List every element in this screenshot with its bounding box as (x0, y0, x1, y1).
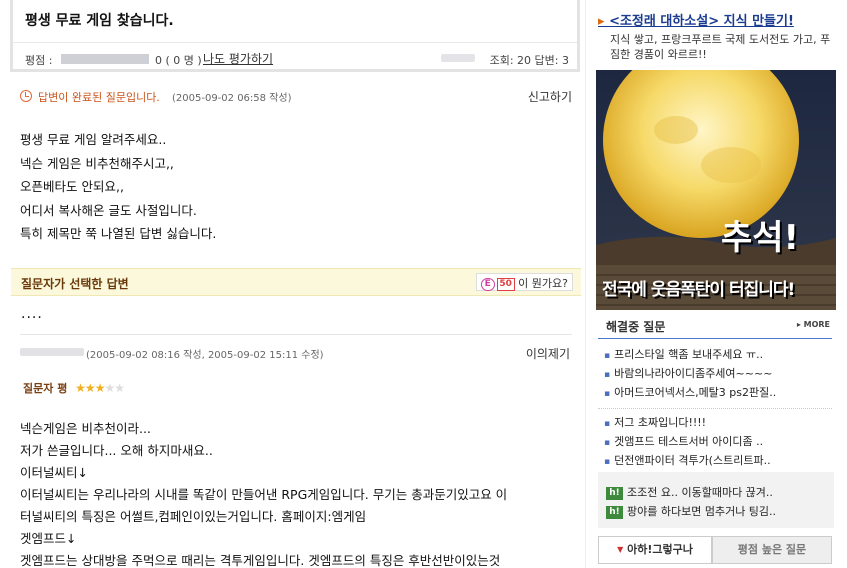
answer-line: 터널씨티의 특징은 어썰트,컴페인이있는거입니다. 홈페이지:엠게임 (20, 509, 367, 524)
h-item-text: 조조전 요.. 이동할때마다 끊겨.. (627, 486, 773, 499)
question-line: 평생 무료 게임 알려주세요.. (20, 132, 167, 147)
question-title: 평생 무료 게임 찾습니다. (25, 13, 174, 29)
answer-date: (2005-09-02 08:16 작성, 2005-09-02 15:11 수… (86, 350, 324, 361)
selected-answer-title: 질문자가 선택한 답변 (21, 277, 129, 291)
star-rating: ★★★★★ (75, 381, 125, 395)
star-empty-icon: ★ (114, 381, 125, 395)
divider (585, 0, 594, 568)
promo-title-text: <조정래 대하소설> 지식 만들기! (609, 14, 794, 29)
tab-aha[interactable]: ▼ 아하!그렇구나 (598, 536, 712, 564)
points-value: 50 (496, 277, 515, 291)
main-content: 평생 무료 게임 찾습니다. 평점 : 0 ( 0 명 ) 나도 평가하기 조회… (0, 0, 585, 568)
star-filled-icon: ★ (75, 381, 86, 395)
rating-label: 평점 : (25, 54, 53, 67)
answer-author[interactable] (20, 348, 84, 356)
rating-bar (61, 54, 149, 64)
objection-button[interactable]: 이의제기 (526, 345, 570, 362)
points-badge[interactable]: E 50 이 뭔가요? (475, 273, 573, 291)
question-header: 평생 무료 게임 찾습니다. 평점 : 0 ( 0 명 ) 나도 평가하기 조회… (10, 0, 580, 72)
list-divider (598, 408, 832, 409)
list-item[interactable]: 저그 초짜입니다!!!! (604, 414, 830, 433)
panel-divider (598, 338, 832, 339)
status-row: 답변이 완료된 질문입니다. (2005-09-02 06:58 작성) 신고하… (20, 88, 572, 106)
answer-body: 넥슨게임은 비추천이라... 저가 쓴글입니다... 오해 하지마새요.. 이터… (20, 418, 576, 568)
question-meta: 평점 : 0 ( 0 명 ) 나도 평가하기 조회: 20 답변: 3 (13, 42, 577, 72)
answer-dots: .... (21, 306, 43, 322)
tab-aha-label: 아하!그렇구나 (627, 543, 693, 556)
list-item[interactable]: 바람의나라아이디좀주세여~~~~ (604, 365, 830, 384)
question-author[interactable] (441, 54, 475, 62)
answer-line: 겟엠프드↓ (20, 531, 77, 546)
tab-high-rated[interactable]: 평점 높은 질문 (712, 536, 832, 564)
answer-meta: (2005-09-02 08:16 작성, 2005-09-02 15:11 수… (20, 334, 572, 361)
question-date: (2005-09-02 06:58 작성) (172, 93, 292, 104)
status-text: 답변이 완료된 질문입니다. (38, 91, 160, 104)
list-item[interactable]: 겟앰프드 테스트서버 아이디좀 .. (604, 433, 830, 452)
answer-line: 저가 쓴글입니다... 오해 하지마새요.. (20, 443, 213, 458)
question-body: 평생 무료 게임 알려주세요.. 넥슨 게임은 비추천해주시고,, 오픈베타도 … (20, 128, 572, 246)
answer-line: 이터널씨티↓ (20, 465, 88, 480)
promo-description: 지식 쌓고, 프랑크푸르트 국제 도서전도 가고, 푸짐한 경품이 와르르!! (610, 33, 831, 61)
question-line: 어디서 복사해온 글도 사절입니다. (20, 202, 197, 218)
star-filled-icon: ★ (94, 381, 106, 395)
asker-rating: 질문자 평 ★★★★★ (23, 380, 125, 396)
banner-headline: 추석! (721, 218, 800, 258)
question-list: 프리스타일 핵좀 보내주세요 ㅠ.. 바람의나라아이디좀주세여~~~~ 아머드코… (604, 346, 830, 403)
banner-subtitle: 전국에 웃음폭탄이 터집니다! (602, 280, 795, 300)
h-question-box: h! 조조전 요.. 이동할때마다 끊겨.. h! 팡야를 하다보면 멈추거나 팅김… (598, 472, 834, 528)
clock-icon (20, 90, 32, 102)
list-item[interactable]: 프리스타일 핵좀 보내주세요 ㅠ.. (604, 346, 830, 365)
asker-rating-label: 질문자 평 (23, 382, 68, 395)
chuseok-banner[interactable]: 추석! 전국에 웃음폭탄이 터집니다! (596, 70, 836, 310)
report-button[interactable]: 신고하기 (528, 88, 572, 105)
h-icon: h! (606, 505, 623, 519)
panel-title: 해결중 질문 (606, 320, 666, 334)
question-line: 특히 제목만 쭉 나열된 답변 싫습니다. (20, 226, 217, 241)
answer-line: 넥슨게임은 비추천이라... (20, 421, 151, 436)
promo-link[interactable]: ▸ <조정래 대하소설> 지식 만들기! (598, 10, 794, 29)
e-icon: E (480, 277, 495, 291)
answer-line: 겟엠프드는 상대방을 주먹으로 때리는 격투게임입니다. 겟엠프드의 특징은 후… (20, 553, 501, 568)
selected-answer-bar: 질문자가 선택한 답변 E 50 이 뭔가요? (11, 268, 581, 296)
points-help-text: 이 뭔가요? (518, 277, 568, 290)
sidebar: ▸ <조정래 대하소설> 지식 만들기! 지식 쌓고, 프랑크푸르트 국제 도서… (596, 0, 847, 568)
more-link[interactable]: ▸ MORE (797, 320, 830, 329)
question-line: 오픈베타도 안되요,, (20, 179, 124, 194)
question-line: 넥슨 게임은 비추천해주시고,, (20, 155, 174, 171)
arrow-icon: ▸ (598, 14, 605, 29)
list-item[interactable]: 던전앤파이터 격투가(스트리트파.. (604, 452, 830, 471)
answer-line: 이터널씨티는 우리나라의 시내를 똑같이 만들어낸 RPG게임입니다. 무기는 … (20, 487, 508, 502)
banner-art (596, 70, 836, 310)
h-item-text: 팡야를 하다보면 멈추거나 팅김.. (627, 505, 777, 518)
rating-count: 0 ( 0 명 ) (155, 54, 202, 67)
h-item[interactable]: h! 조조전 요.. 이동할때마다 끊겨.. (606, 484, 773, 500)
star-empty-icon: ★ (104, 381, 115, 395)
question-stats: 조회: 20 답변: 3 (489, 54, 569, 67)
star-filled-icon: ★ (84, 381, 96, 395)
triangle-down-icon: ▼ (617, 545, 624, 554)
h-item[interactable]: h! 팡야를 하다보면 멈추거나 팅김.. (606, 503, 776, 519)
rate-link[interactable]: 나도 평가하기 (203, 50, 273, 67)
question-list: 저그 초짜입니다!!!! 겟앰프드 테스트서버 아이디좀 .. 던전앤파이터 격… (604, 414, 830, 471)
h-icon: h! (606, 486, 623, 500)
list-item[interactable]: 아머드코어넥서스,메탈3 ps2판질.. (604, 384, 830, 403)
